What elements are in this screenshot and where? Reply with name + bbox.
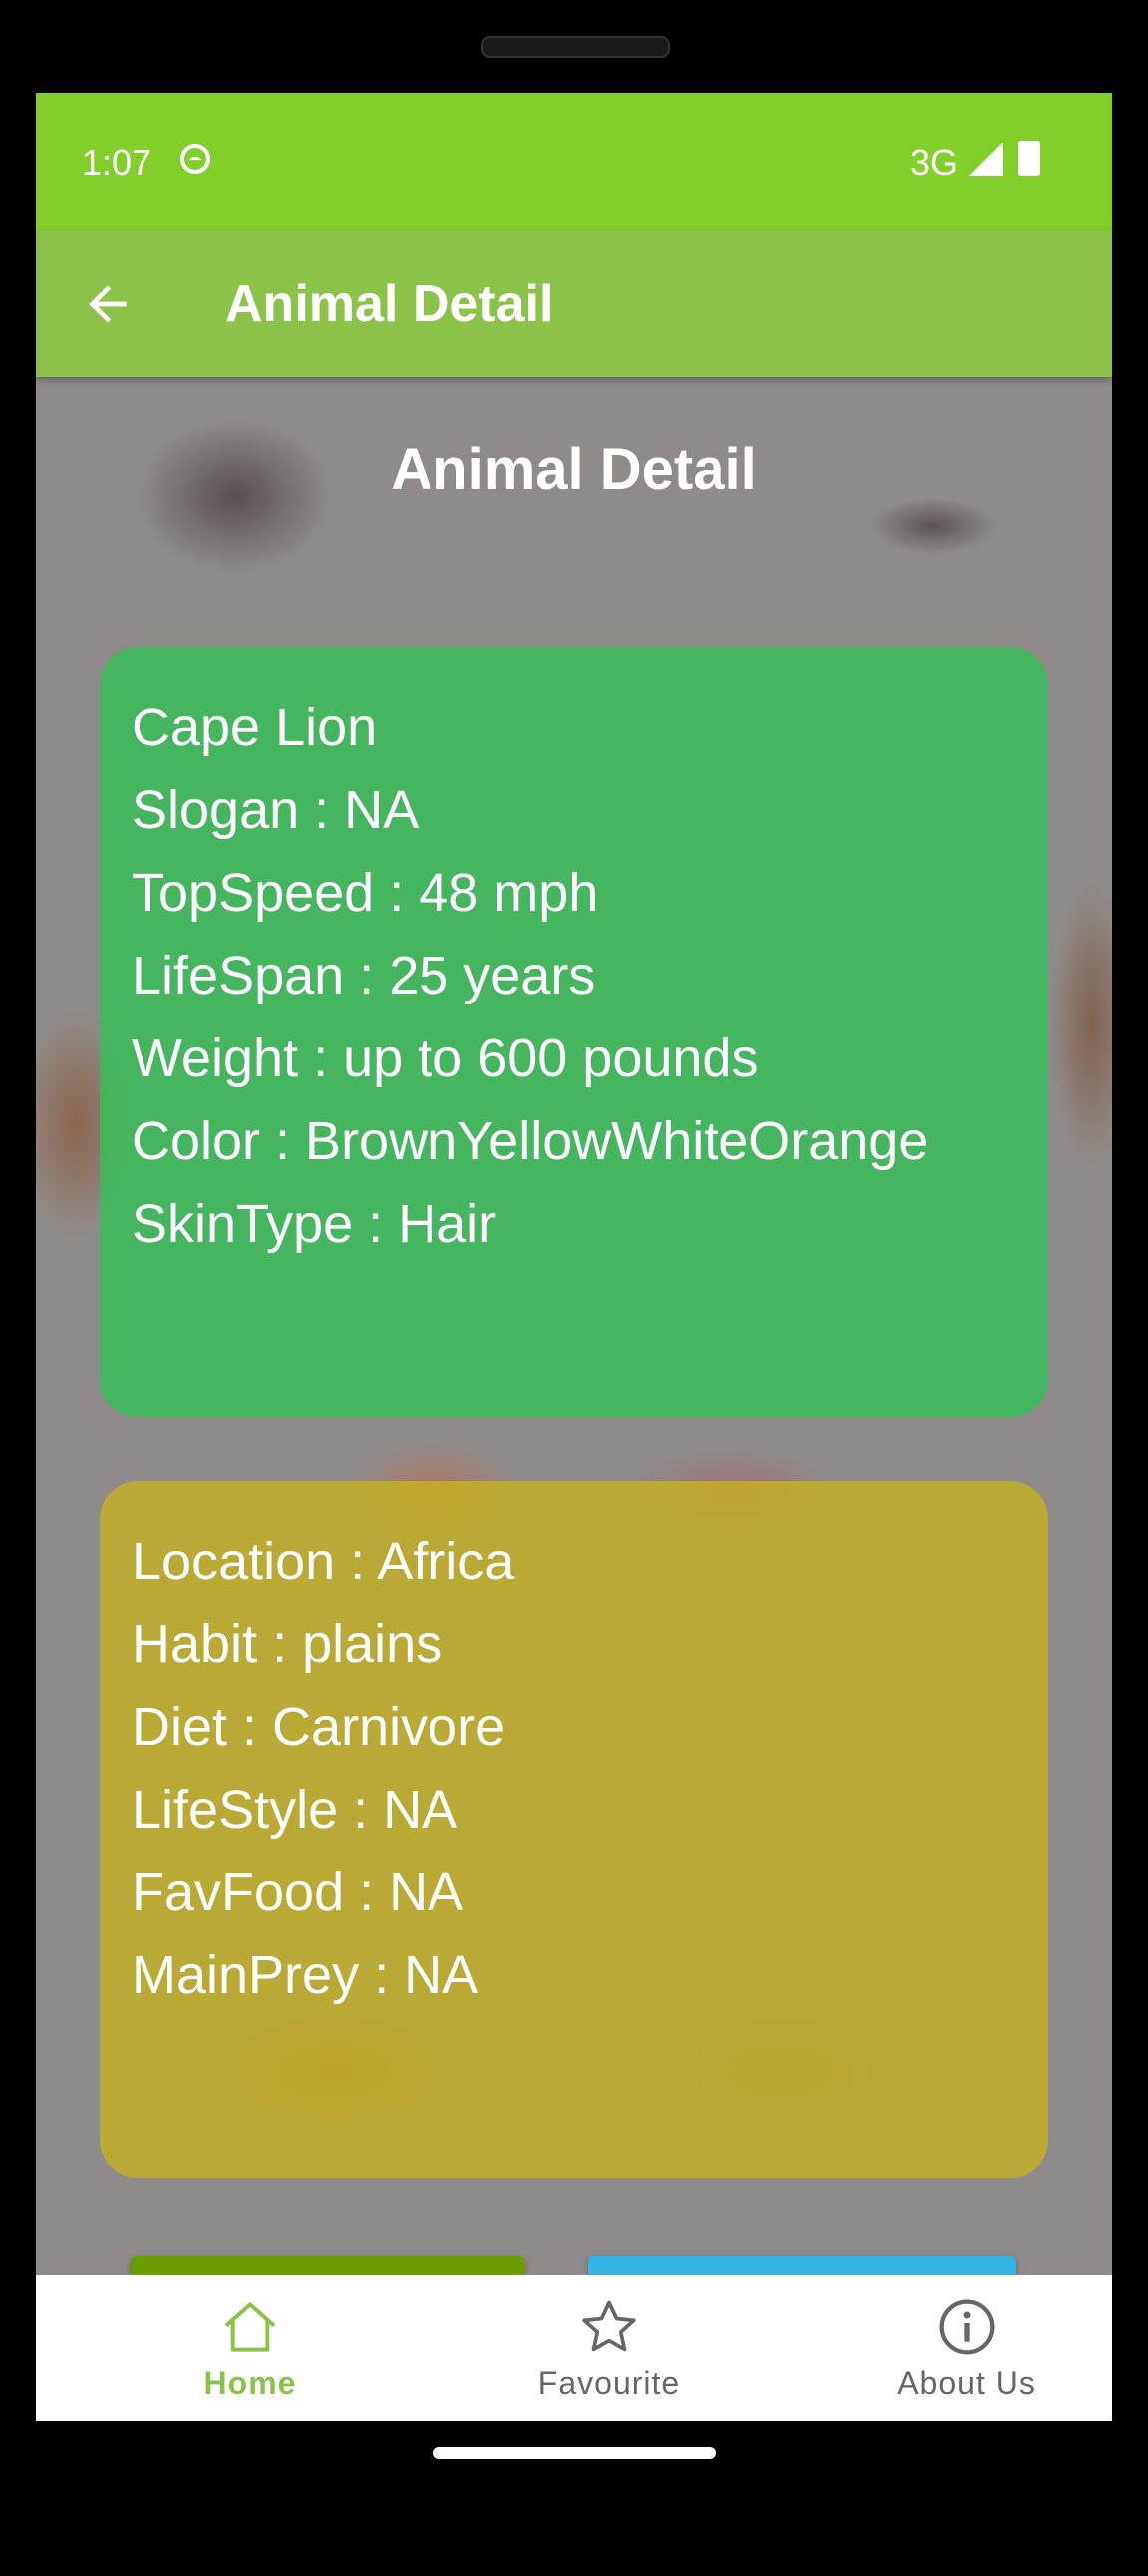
nav-label-home: Home xyxy=(203,2365,297,2401)
color-text: Color : BrownYellowWhiteOrange xyxy=(132,1111,929,1171)
nav-label-favourite: Favourite xyxy=(537,2365,681,2401)
animal-name: Cape Lion xyxy=(132,698,378,757)
info-icon xyxy=(939,2299,995,2355)
back-arrow-icon[interactable] xyxy=(80,276,136,332)
signal-icon xyxy=(969,143,1003,176)
star-icon xyxy=(582,2300,636,2352)
nav-item-about-us[interactable]: About Us xyxy=(787,2275,1112,2421)
speaker-grille xyxy=(481,36,670,58)
fav-food-text: FavFood : NA xyxy=(132,1862,464,1922)
app-bar-title: Animal Detail xyxy=(225,275,554,333)
habitat-info-card: Location : Africa Habit : plains Diet : … xyxy=(100,1481,1048,2178)
lifespan-text: LifeSpan : 25 years xyxy=(132,946,596,1005)
location-text: Location : Africa xyxy=(132,1532,515,1591)
habit-text: Habit : plains xyxy=(132,1614,443,1674)
nav-item-favourite[interactable]: Favourite xyxy=(430,2275,788,2421)
top-speed-text: TopSpeed : 48 mph xyxy=(132,863,599,923)
main-prey-text: MainPrey : NA xyxy=(132,1945,479,2005)
skin-type-text: SkinType : Hair xyxy=(132,1194,497,1254)
basic-info-card: Cape Lion Slogan : NA TopSpeed : 48 mph … xyxy=(100,647,1048,1417)
lifestyle-text: LifeStyle : NA xyxy=(132,1780,458,1840)
page-title: Animal Detail xyxy=(391,437,757,502)
slogan-text: Slogan : NA xyxy=(132,780,420,840)
screen: 1:07 3G Animal Detail Animal Detail Cape… xyxy=(36,93,1112,2421)
phone-frame: 1:07 3G Animal Detail Animal Detail Cape… xyxy=(0,0,1148,2576)
battery-icon xyxy=(1018,141,1040,176)
network-type: 3G xyxy=(910,143,959,183)
diet-text: Diet : Carnivore xyxy=(132,1697,506,1757)
status-bar: 1:07 3G xyxy=(36,93,1112,230)
detail-content[interactable]: Animal Detail Cape Lion Slogan : NA TopS… xyxy=(36,377,1112,2352)
app-bar: Animal Detail xyxy=(36,230,1112,377)
nav-item-home[interactable]: Home xyxy=(71,2275,430,2421)
nav-label-about-us: About Us xyxy=(897,2365,1036,2401)
home-icon xyxy=(224,2302,276,2352)
bottom-navigation: Home Favourite About Us xyxy=(36,2275,1112,2421)
notification-face-icon xyxy=(180,144,210,174)
status-time: 1:07 xyxy=(82,143,152,183)
gesture-handle[interactable] xyxy=(433,2447,716,2459)
weight-text: Weight : up to 600 pounds xyxy=(132,1028,759,1088)
